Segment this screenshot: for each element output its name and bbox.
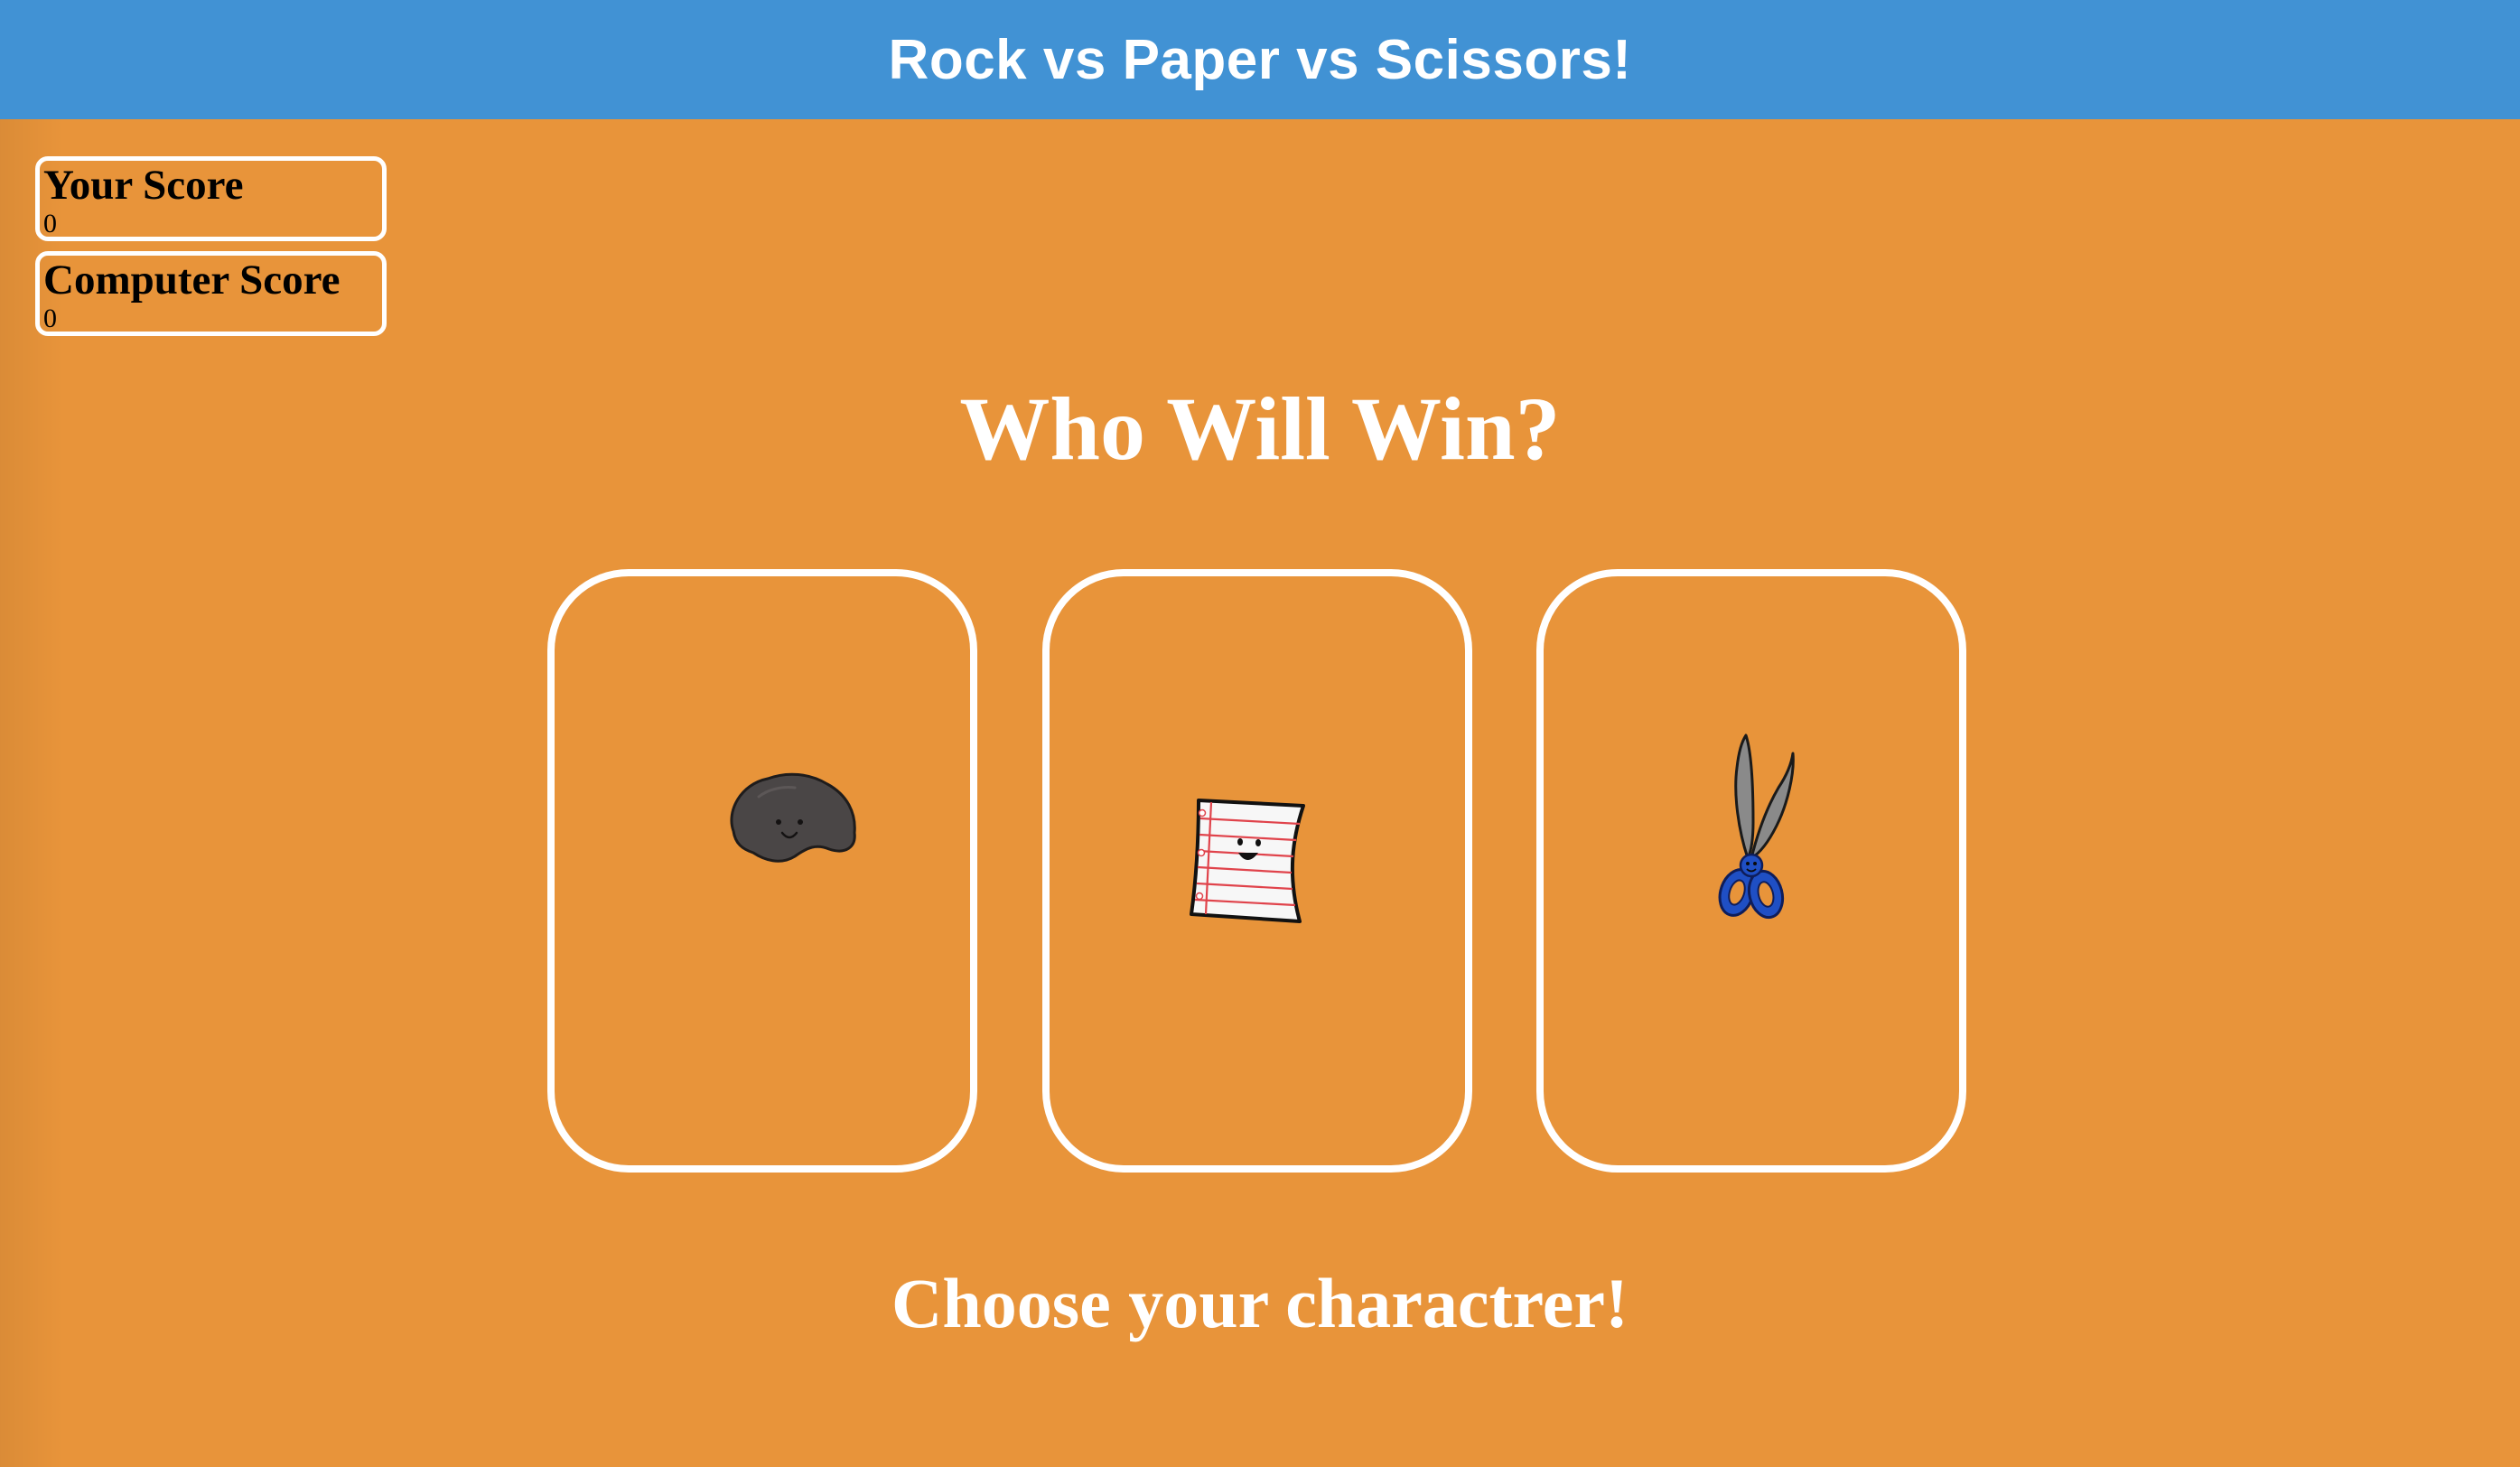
rock-choice-button[interactable]: [547, 569, 977, 1173]
your-score-box: Your Score 0: [35, 156, 387, 241]
computer-score-value: 0: [43, 304, 57, 333]
headline: Who Will Win?: [959, 378, 1561, 479]
your-score-label: Your Score: [43, 162, 244, 209]
choose-prompt: Choose your charactrer!: [891, 1264, 1629, 1342]
app-header: Rock vs Paper vs Scissors!: [0, 0, 2520, 119]
scissors-icon: [1718, 734, 1795, 920]
rock-icon: [730, 772, 856, 863]
paper-icon: [1190, 799, 1305, 923]
computer-score-box: Computer Score 0: [35, 251, 387, 336]
paper-choice-button[interactable]: [1042, 569, 1472, 1173]
computer-score-label: Computer Score: [43, 257, 341, 304]
scissors-choice-button[interactable]: [1536, 569, 1966, 1173]
app-title: Rock vs Paper vs Scissors!: [888, 28, 1632, 91]
your-score-value: 0: [43, 209, 57, 238]
